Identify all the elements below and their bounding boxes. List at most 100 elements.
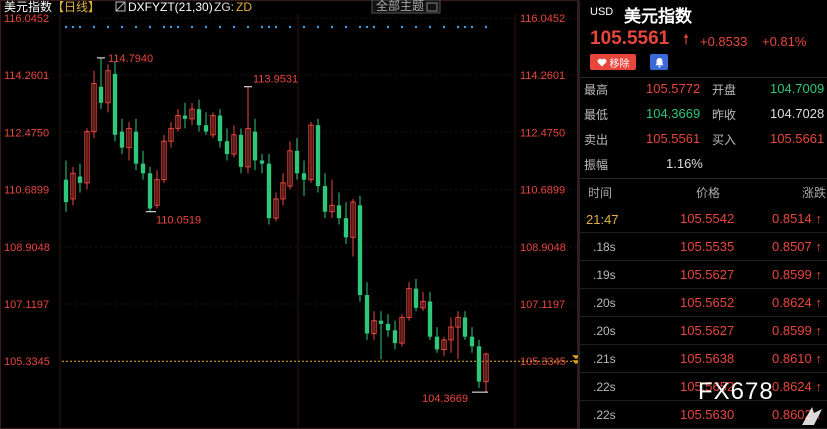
indicator-dot [365, 25, 369, 29]
candle-body [63, 179, 69, 203]
chart-title: 美元指数 [4, 0, 52, 14]
ticks-header-change: 涨跌 [802, 186, 827, 200]
indicator-dot [372, 25, 376, 29]
candle-body [266, 163, 272, 219]
y-axis-label-right: 105.3345 [520, 356, 566, 368]
tick-price: 105.5542 [680, 211, 735, 226]
remove-label: 移除 [609, 58, 630, 70]
indicator-dot [120, 25, 124, 29]
quote-panel: USD 美元指数 105.5561 🠕 +0.8533 +0.81% 移除 最高… [580, 0, 827, 429]
indicator-dot [400, 25, 404, 29]
candle-body [294, 150, 300, 174]
candle-body [98, 86, 104, 103]
kline-chart[interactable]: 美元指数 【日线】 DXFYZT(21,30) ZG: ZD 全部主题 116.0452 11… [0, 0, 578, 429]
prev-close-value: 104.7028 [770, 106, 825, 121]
candle-body [182, 115, 188, 119]
indicator-dot [78, 25, 82, 29]
separator [580, 178, 827, 179]
candle-body [119, 131, 125, 148]
candle-body [427, 301, 433, 337]
tick-time: .22s [593, 408, 616, 422]
indicator-zd: ZD [236, 0, 252, 14]
indicator-dot [267, 25, 271, 29]
indicator-dot [344, 25, 348, 29]
tick-price: 105.5638 [680, 351, 735, 366]
candle-body [462, 317, 468, 337]
candle-body [413, 288, 419, 308]
indicator-dot [204, 25, 208, 29]
tick-price: 105.5630 [680, 407, 735, 422]
candle-body [434, 336, 440, 350]
tick-change: 0.8514 ↑ [772, 211, 822, 226]
open-label: 开盘 [712, 83, 737, 97]
amplitude-value: 1.16% [666, 156, 703, 171]
y-axis-label-right: 108.9048 [520, 242, 566, 254]
indicator-dot [316, 25, 320, 29]
candle-body [238, 134, 244, 167]
price-change-pct: +0.81% [762, 34, 807, 49]
y-axis-label-right: 112.4750 [520, 127, 565, 139]
indicator-dot [428, 25, 432, 29]
separator [580, 77, 827, 78]
low-label: 最低 [584, 108, 609, 122]
annotation-low2: 104.3669 [422, 393, 468, 405]
candle-body [259, 160, 265, 164]
y-axis-label-left: 116.0452 [4, 13, 49, 25]
last-price: 105.5561 [590, 28, 670, 49]
candle-body [140, 163, 146, 174]
indicator-dot [302, 25, 306, 29]
indicator-dot [456, 25, 460, 29]
indicator-dot [358, 25, 362, 29]
indicator-dot [162, 25, 166, 29]
candle-body [217, 115, 223, 142]
y-axis-label-left: 110.6899 [4, 185, 49, 197]
candle-body [476, 346, 482, 382]
ticks-header-time: 时间 [588, 186, 613, 200]
tick-row: .21s 105.5638 0.8610 ↑ [580, 345, 827, 373]
indicator-dot [330, 25, 334, 29]
alert-button[interactable] [650, 54, 668, 70]
tick-change: 0.8599 ↑ [772, 323, 822, 338]
tick-time: 21:47 [586, 212, 619, 227]
annotation-low1: 110.0519 [156, 215, 201, 227]
candle-body [343, 218, 349, 238]
buy-value: 105.5661 [770, 131, 825, 146]
tick-time: .19s [593, 268, 616, 282]
candle-body [364, 295, 370, 334]
candle-body [357, 205, 363, 296]
tick-time: .21s [593, 352, 616, 366]
up-arrow-icon: 🠕 [683, 31, 690, 47]
tick-price: 105.5627 [680, 267, 735, 282]
indicator-name: DXFYZT(21,30) [128, 0, 213, 14]
tick-price: 105.5652 [680, 295, 735, 310]
chart-period: 【日线】 [52, 0, 100, 14]
tick-time: .18s [593, 240, 616, 254]
indicator-dot [232, 25, 236, 29]
low-value: 104.3669 [646, 106, 701, 121]
remove-watchlist-button[interactable]: 移除 [590, 54, 636, 70]
indicator-dot [288, 25, 292, 29]
tick-time: .20s [593, 324, 616, 338]
buy-label: 买入 [712, 133, 737, 147]
indicator-zg: ZG: [214, 0, 234, 14]
theme-dropdown-label: 全部主题 [376, 0, 424, 13]
tick-time: .20s [593, 296, 616, 310]
candle-body [301, 173, 307, 180]
candle-body [203, 125, 209, 132]
instrument-name: 美元指数 [624, 7, 692, 27]
y-axis-label-left: 108.9048 [4, 242, 50, 254]
indicator-dot [148, 25, 152, 29]
candle-body [77, 176, 83, 183]
tick-row: .20s 105.5627 0.8599 ↑ [580, 317, 827, 345]
indicator-dot [386, 25, 390, 29]
indicator-dot [190, 25, 194, 29]
indicator-dot [470, 25, 474, 29]
prev-close-label: 昨收 [712, 108, 737, 122]
indicator-toggle-icon-slash [115, 1, 126, 12]
kline-chart-svg[interactable]: 美元指数 【日线】 DXFYZT(21,30) ZG: ZD 全部主题 116.0452 11… [0, 0, 578, 429]
high-label: 最高 [584, 83, 609, 97]
indicator-dot [442, 25, 446, 29]
tick-row: 21:47 105.5542 0.8514 ↑ [580, 205, 827, 233]
indicator-dot [260, 25, 264, 29]
y-axis-label-left: 105.3345 [4, 356, 50, 368]
